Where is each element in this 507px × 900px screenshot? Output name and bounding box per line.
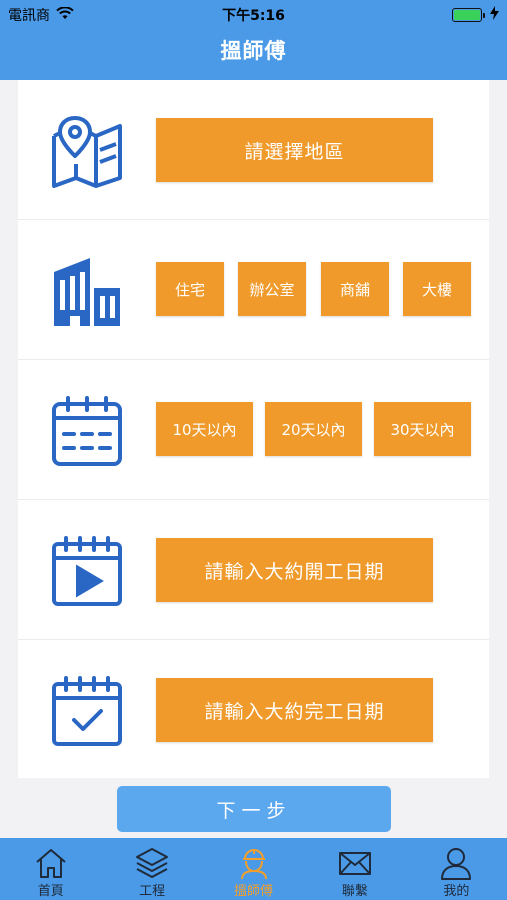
worker-icon — [240, 849, 267, 880]
tab-home[interactable]: 首頁 — [0, 838, 101, 900]
status-time: 下午5:16 — [222, 8, 285, 24]
page-title: 搵師傅 — [220, 39, 287, 63]
mail-icon — [338, 852, 371, 875]
option-office[interactable]: 辦公室 — [238, 262, 306, 316]
user-icon — [441, 848, 472, 880]
next-step-button[interactable]: 下一步 — [117, 786, 391, 832]
end-date-row: 請輸入大約完工日期 — [18, 640, 489, 780]
end-date-button[interactable]: 請輸入大約完工日期 — [156, 678, 433, 742]
form-card: 請選擇地區 住宅 辦公室 商舖 大樓 10天以內 20天以內 30天以內 請輸入… — [18, 80, 489, 778]
tab-home-label: 首頁 — [37, 884, 64, 899]
layers-icon — [136, 848, 169, 878]
option-10-days[interactable]: 10天以內 — [156, 402, 253, 456]
option-30-days[interactable]: 30天以內 — [374, 402, 471, 456]
tab-bar: 首頁 工程 搵師傅 聯繫 我的 — [0, 838, 507, 900]
tab-find-worker-label: 搵師傅 — [234, 884, 274, 899]
option-20-days[interactable]: 20天以內 — [265, 402, 362, 456]
nav-bar: 搵師傅 — [0, 28, 507, 80]
region-row: 請選擇地區 — [18, 80, 489, 220]
tab-find-worker[interactable]: 搵師傅 — [203, 838, 304, 900]
tab-projects-label: 工程 — [139, 884, 166, 899]
start-date-row: 請輸入大約開工日期 — [18, 500, 489, 640]
calendar-play-icon — [50, 534, 124, 608]
property-type-row: 住宅 辦公室 商舖 大樓 — [18, 220, 489, 360]
option-building[interactable]: 大樓 — [403, 262, 471, 316]
option-shop[interactable]: 商舖 — [321, 262, 389, 316]
tab-profile-label: 我的 — [443, 884, 470, 899]
tab-projects[interactable]: 工程 — [101, 838, 202, 900]
charging-icon — [490, 6, 499, 24]
battery-icon — [452, 8, 485, 22]
timeframe-row: 10天以內 20天以內 30天以內 — [18, 360, 489, 500]
building-icon — [50, 254, 124, 328]
tab-profile[interactable]: 我的 — [406, 838, 507, 900]
status-bar: 電訊商 下午5:16 — [0, 0, 507, 28]
home-icon — [36, 849, 66, 878]
map-pin-icon — [50, 114, 124, 188]
select-region-button[interactable]: 請選擇地區 — [156, 118, 433, 182]
start-date-button[interactable]: 請輸入大約開工日期 — [156, 538, 433, 602]
tab-contact-label: 聯繫 — [341, 884, 368, 899]
calendar-check-icon — [50, 674, 124, 748]
tab-contact[interactable]: 聯繫 — [304, 838, 405, 900]
calendar-icon — [50, 394, 124, 468]
option-residential[interactable]: 住宅 — [156, 262, 224, 316]
